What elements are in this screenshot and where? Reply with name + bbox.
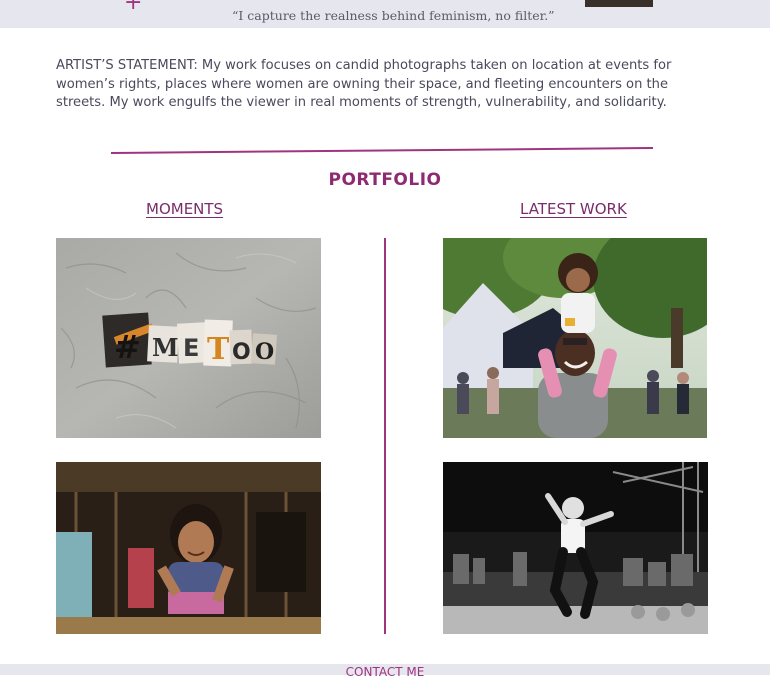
girl-shop-photo[interactable] xyxy=(56,462,321,634)
metoo-letter: M xyxy=(152,333,179,362)
metoo-photo[interactable]: # M E T O O xyxy=(56,238,321,438)
section-divider xyxy=(110,147,654,154)
stage-dancer-photo[interactable] xyxy=(443,462,708,634)
metoo-letter: O xyxy=(232,340,251,365)
portfolio-title: PORTFOLIO xyxy=(328,170,442,190)
contact-me-link[interactable]: CONTACT ME xyxy=(0,665,770,679)
metoo-letter: O xyxy=(255,339,274,365)
shoulders-photo[interactable] xyxy=(443,238,707,438)
metoo-letter: T xyxy=(207,332,230,367)
latest-work-link[interactable]: LATEST WORK xyxy=(520,200,627,218)
metoo-letter: E xyxy=(183,334,199,362)
moments-link[interactable]: MOMENTS xyxy=(146,200,223,218)
column-divider xyxy=(384,238,386,634)
metoo-letter: # xyxy=(114,328,141,366)
